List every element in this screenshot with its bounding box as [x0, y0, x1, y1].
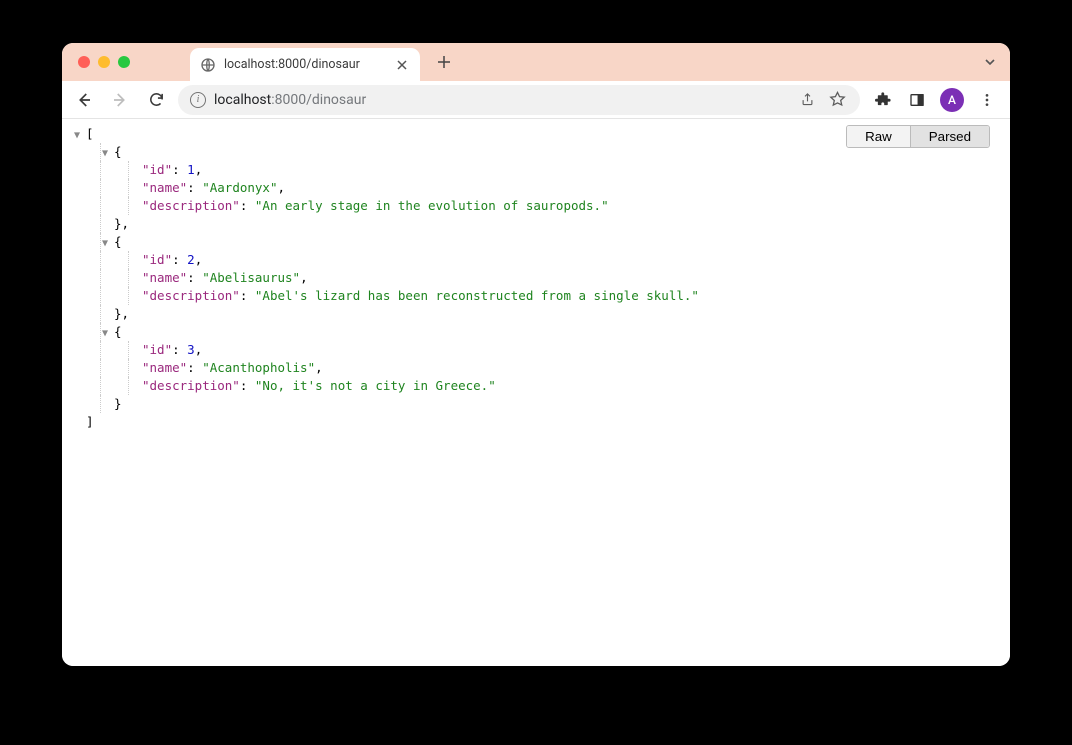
browser-window: localhost:8000/dinosaur i localhost:8000…	[62, 43, 1010, 666]
json-line: "name": "Aardonyx",	[66, 179, 1006, 197]
profile-avatar[interactable]: A	[940, 88, 964, 112]
window-controls	[982, 43, 998, 81]
json-line: "description": "An early stage in the ev…	[66, 197, 1006, 215]
reload-button[interactable]	[142, 86, 170, 114]
json-line: "description": "No, it's not a city in G…	[66, 377, 1006, 395]
window-close-button[interactable]	[78, 56, 90, 68]
toolbar: i localhost:8000/dinosaur A	[62, 81, 1010, 119]
menu-icon[interactable]	[976, 89, 998, 111]
json-line: "id": 2,	[66, 251, 1006, 269]
titlebar: localhost:8000/dinosaur	[62, 43, 1010, 81]
json-line: "name": "Abelisaurus",	[66, 269, 1006, 287]
json-line: }	[66, 395, 1006, 413]
browser-tab[interactable]: localhost:8000/dinosaur	[190, 48, 420, 81]
json-line: },	[66, 215, 1006, 233]
site-info-icon[interactable]: i	[190, 92, 206, 108]
globe-icon	[200, 57, 216, 73]
json-line: ▼{	[66, 143, 1006, 161]
forward-button[interactable]	[106, 86, 134, 114]
json-line: "description": "Abel's lizard has been r…	[66, 287, 1006, 305]
content-area: Raw Parsed ▼[▼{"id": 1,"name": "Aardonyx…	[62, 119, 1010, 666]
traffic-lights	[62, 56, 130, 68]
extensions-icon[interactable]	[872, 89, 894, 111]
json-line: ▼{	[66, 323, 1006, 341]
share-icon[interactable]	[796, 89, 818, 111]
window-zoom-button[interactable]	[118, 56, 130, 68]
tab-title: localhost:8000/dinosaur	[224, 57, 386, 72]
tab-close-button[interactable]	[394, 57, 410, 73]
toolbar-right: A	[868, 88, 1002, 112]
json-viewer[interactable]: ▼[▼{"id": 1,"name": "Aardonyx","descript…	[62, 119, 1010, 437]
chevron-down-icon[interactable]	[982, 54, 998, 70]
json-line: ▼[	[66, 125, 1006, 143]
window-minimize-button[interactable]	[98, 56, 110, 68]
new-tab-button[interactable]	[430, 48, 458, 76]
url-bar[interactable]: i localhost:8000/dinosaur	[178, 85, 860, 115]
json-line: },	[66, 305, 1006, 323]
json-line: "name": "Acanthopholis",	[66, 359, 1006, 377]
url-text: localhost:8000/dinosaur	[214, 92, 366, 108]
bookmark-star-icon[interactable]	[826, 89, 848, 111]
json-line: "id": 3,	[66, 341, 1006, 359]
json-line: ▼{	[66, 233, 1006, 251]
json-line: ]	[66, 413, 1006, 431]
back-button[interactable]	[70, 86, 98, 114]
side-panel-icon[interactable]	[906, 89, 928, 111]
json-line: "id": 1,	[66, 161, 1006, 179]
